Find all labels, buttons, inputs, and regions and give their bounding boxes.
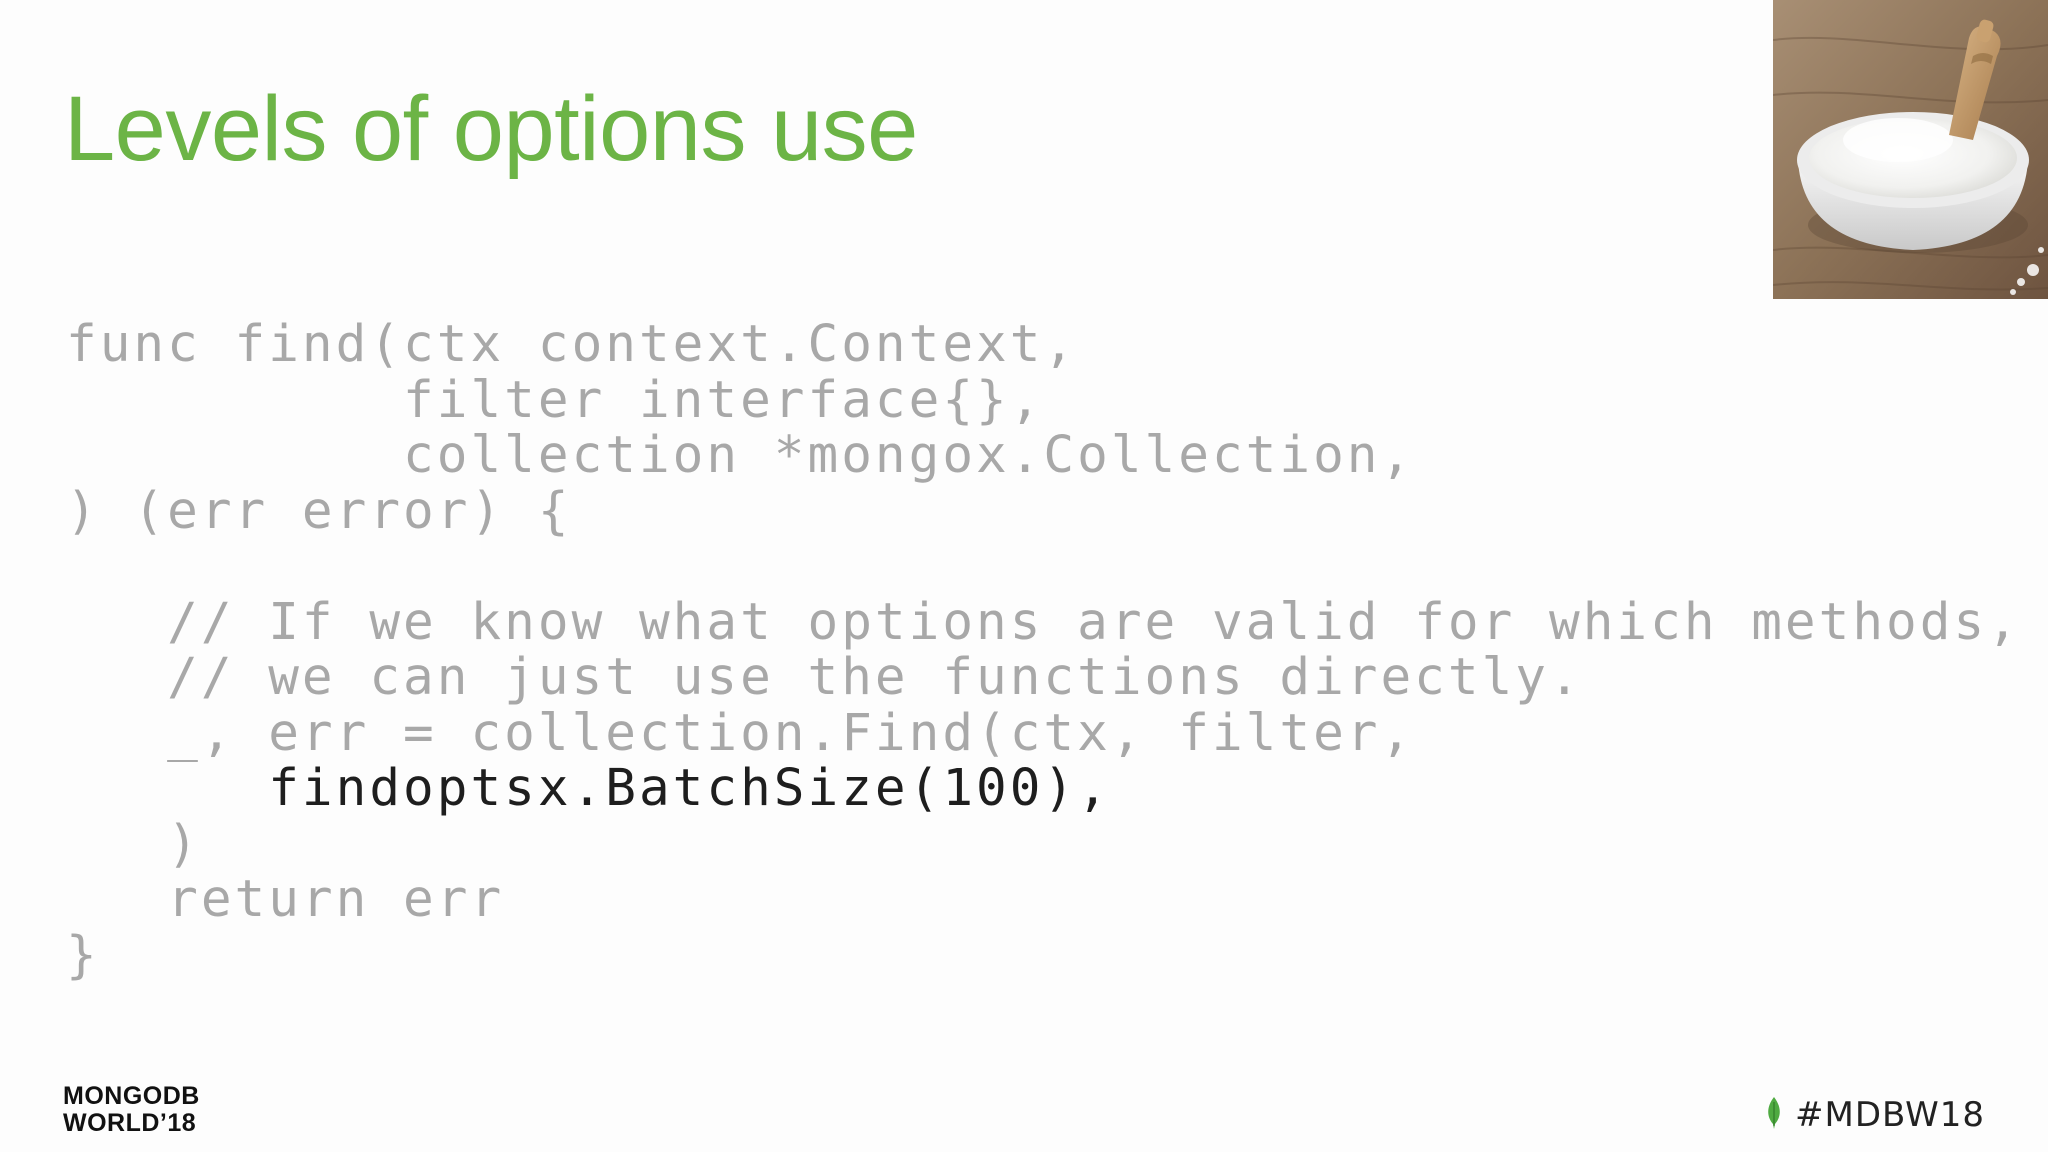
code-block: func find(ctx context.Context, filter in… [66, 317, 2021, 983]
logo-line-2: WORLD’18 [63, 1109, 197, 1137]
code-line: } [66, 925, 100, 985]
slide-title: Levels of options use [64, 78, 918, 180]
code-line: _, err = collection.Find(ctx, filter, [66, 703, 1415, 763]
hashtag-badge: #MDBW18 [1765, 1095, 1985, 1135]
code-line: ) [66, 814, 201, 874]
slide: Levels of options use func find(ctx cont… [0, 0, 2048, 1152]
mongodb-world-logo: MONGODB WORLD’18 [63, 1083, 200, 1137]
logo-line-1: MONGODB [63, 1082, 200, 1110]
baking-soda-bowl-photo [1773, 0, 2048, 299]
code-line: filter interface{}, [66, 370, 1044, 430]
code-line: return err [66, 870, 505, 929]
hashtag-text: #MDBW18 [1795, 1095, 1985, 1135]
code-line-highlighted: findoptsx.BatchSize(100), [66, 759, 1111, 818]
code-comment: // we can just use the functions directl… [66, 648, 1583, 707]
code-line: func find(ctx context.Context, [66, 315, 1078, 374]
code-line: collection *mongox.Collection, [66, 426, 1415, 485]
mongodb-leaf-icon [1765, 1096, 1783, 1135]
code-comment: // If we know what options are valid for… [66, 592, 2021, 652]
code-line: ) (err error) { [66, 481, 572, 541]
